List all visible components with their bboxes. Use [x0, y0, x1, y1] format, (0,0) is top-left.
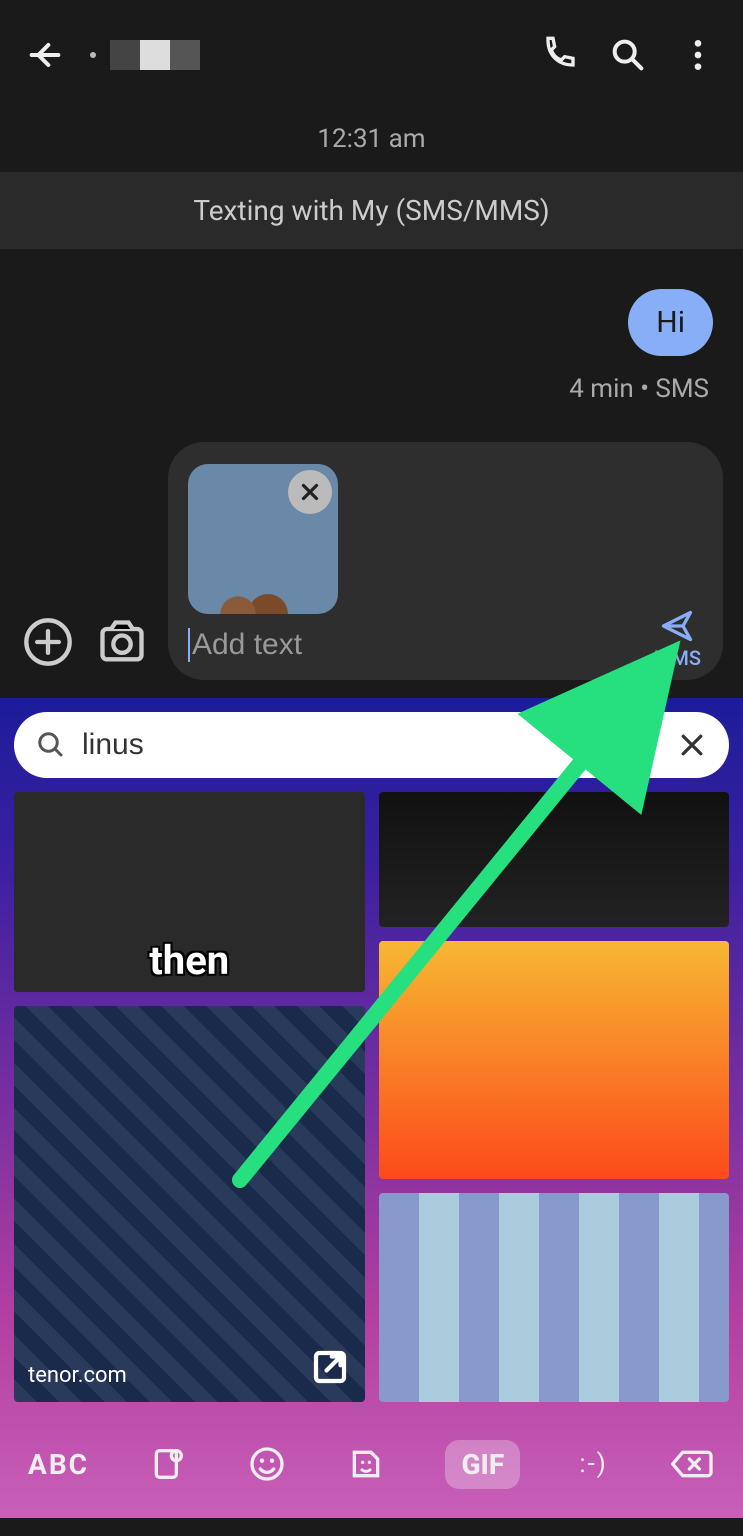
send-button[interactable]: MMS	[654, 608, 701, 670]
attached-gif-preview[interactable]	[188, 464, 338, 614]
open-external-button[interactable]	[309, 1346, 351, 1388]
keyboard-backspace-button[interactable]	[667, 1444, 715, 1484]
close-icon	[677, 730, 707, 760]
plus-circle-icon	[22, 616, 74, 668]
phone-icon	[538, 35, 578, 75]
sticker-icon	[346, 1444, 386, 1484]
gif-search-bar	[14, 712, 729, 778]
back-arrow-icon	[25, 35, 65, 75]
back-button[interactable]	[20, 30, 70, 80]
gif-result-tile[interactable]	[379, 1193, 730, 1402]
gif-overlay-text: then	[14, 937, 365, 984]
send-icon	[655, 608, 699, 644]
open-external-icon	[309, 1346, 351, 1388]
search-icon	[36, 730, 66, 760]
gif-search-input[interactable]	[82, 728, 661, 762]
protocol-banner: Texting with My (SMS/MMS)	[0, 172, 743, 249]
gif-result-tile[interactable]	[379, 792, 730, 927]
camera-gallery-icon	[96, 616, 148, 668]
clear-search-button[interactable]	[677, 730, 707, 760]
emoji-icon	[247, 1444, 287, 1484]
keyboard-clipboard-button[interactable]	[148, 1444, 188, 1484]
message-meta: 4 min • SMS	[30, 374, 713, 404]
text-cursor	[188, 628, 190, 662]
gif-result-tile[interactable]: tenor.com	[14, 1006, 365, 1402]
compose-row: MMS	[0, 422, 743, 698]
close-icon	[297, 479, 323, 505]
status-dot-icon	[90, 52, 96, 58]
gif-result-tile[interactable]: then	[14, 792, 365, 992]
send-mode-label: MMS	[654, 646, 701, 670]
add-attachment-button[interactable]	[20, 614, 76, 670]
gif-results-grid: then tenor.com	[14, 792, 729, 1402]
keyboard-abc-button[interactable]: ABC	[28, 1448, 89, 1481]
backspace-icon	[667, 1444, 715, 1484]
message-bubble: Hi	[628, 289, 713, 356]
search-button[interactable]	[603, 30, 653, 80]
conversation-timestamp: 12:31 am	[0, 110, 743, 172]
keyboard-emoticon-button[interactable]: :-)	[579, 1449, 608, 1479]
keyboard-mode-bar: ABC GIF :-)	[0, 1410, 743, 1518]
gif-provider-label: tenor.com	[28, 1363, 127, 1388]
contact-name-redacted	[110, 40, 200, 70]
message-list: Hi 4 min • SMS	[0, 249, 743, 422]
keyboard-gif-button[interactable]: GIF	[445, 1440, 520, 1489]
conversation-header	[0, 0, 743, 110]
outgoing-message[interactable]: Hi	[30, 289, 713, 356]
clipboard-search-icon	[148, 1444, 188, 1484]
compose-input[interactable]	[192, 628, 703, 662]
keyboard-sticker-button[interactable]	[346, 1444, 386, 1484]
search-icon	[608, 35, 648, 75]
contact-title[interactable]	[90, 40, 513, 70]
overflow-menu-button[interactable]	[673, 30, 723, 80]
gif-picker-panel: then tenor.com ABC GIF :-)	[0, 698, 743, 1518]
keyboard-emoji-button[interactable]	[247, 1444, 287, 1484]
more-vertical-icon	[678, 35, 718, 75]
camera-button[interactable]	[94, 614, 150, 670]
remove-attachment-button[interactable]	[288, 470, 332, 514]
compose-box: MMS	[168, 442, 723, 680]
gif-result-tile[interactable]	[379, 941, 730, 1179]
call-button[interactable]	[533, 30, 583, 80]
